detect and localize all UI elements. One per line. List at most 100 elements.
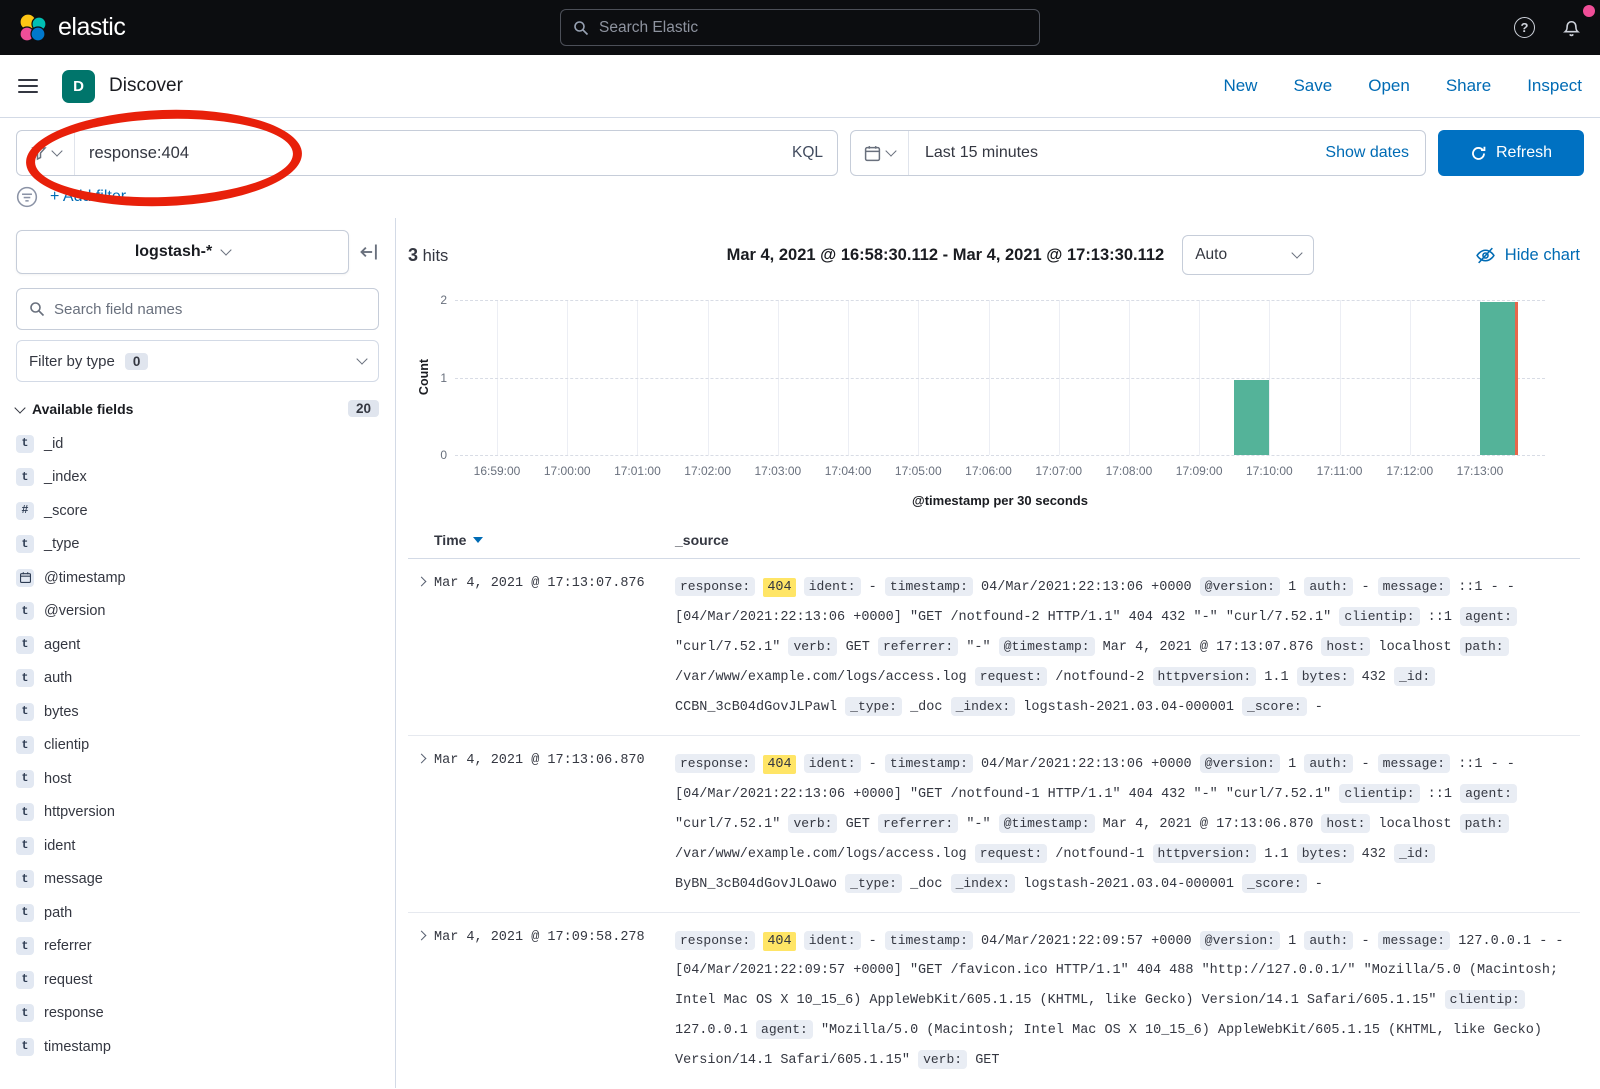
hide-chart-button[interactable]: Hide chart [1475, 245, 1580, 266]
add-filter-button[interactable]: + Add filter [50, 188, 126, 206]
time-range-value[interactable]: Last 15 minutes [909, 144, 1054, 162]
chart-horizontal-gridline [455, 300, 1545, 301]
field-name: host [44, 771, 71, 787]
time-column-header[interactable]: Time [434, 532, 675, 548]
query-input-wrap: KQL [16, 130, 838, 176]
field-item-path[interactable]: tpath [16, 896, 379, 930]
field-item-_index[interactable]: t_index [16, 461, 379, 495]
new-button[interactable]: New [1223, 76, 1257, 96]
expand-doc-button[interactable] [408, 572, 434, 722]
field-item-request[interactable]: trequest [16, 963, 379, 997]
open-button[interactable]: Open [1368, 76, 1410, 96]
available-fields-header[interactable]: Available fields 20 [16, 400, 379, 417]
filter-icon[interactable] [16, 186, 38, 208]
interval-select[interactable]: Auto [1182, 235, 1314, 275]
field-key-badge: httpversion: [1153, 844, 1257, 863]
field-item-bytes[interactable]: tbytes [16, 695, 379, 729]
highlighted-value: 404 [763, 932, 795, 951]
field-item-referrer[interactable]: treferrer [16, 930, 379, 964]
field-key-badge: bytes: [1297, 844, 1354, 863]
histogram-chart: Count @timestamp per 30 seconds 16:59:00… [408, 290, 1580, 514]
field-item-response[interactable]: tresponse [16, 997, 379, 1031]
field-search-input[interactable] [54, 301, 366, 318]
field-key-badge: host: [1321, 637, 1370, 656]
field-key-badge: agent: [756, 1020, 813, 1039]
field-item-@timestamp[interactable]: @timestamp [16, 561, 379, 595]
index-pattern-select[interactable]: logstash-* [16, 230, 349, 274]
save-button[interactable]: Save [1293, 76, 1332, 96]
string-field-icon: t [16, 837, 34, 855]
refresh-label: Refresh [1496, 144, 1552, 162]
global-search-input[interactable] [599, 19, 1027, 37]
filter-by-type-count: 0 [125, 353, 149, 370]
expand-doc-button[interactable] [408, 926, 434, 1075]
saved-query-menu-button[interactable] [17, 131, 75, 175]
refresh-icon [1470, 145, 1487, 162]
field-item-_type[interactable]: t_type [16, 528, 379, 562]
field-name: _id [44, 436, 63, 452]
chevron-down-icon [885, 145, 896, 156]
menu-icon[interactable] [18, 79, 38, 94]
elastic-brand[interactable]: elastic [18, 13, 125, 43]
field-key-badge: _index: [951, 697, 1016, 716]
field-key-badge: @version: [1200, 931, 1280, 950]
field-key-badge: timestamp: [885, 931, 973, 950]
field-item-@version[interactable]: t@version [16, 595, 379, 629]
app-header: D Discover New Save Open Share Inspect [0, 55, 1600, 118]
table-row: Mar 4, 2021 @ 17:13:07.876response: 404 … [408, 559, 1580, 736]
field-key-badge: _type: [845, 697, 902, 716]
y-axis-tick-label: 2 [440, 293, 447, 307]
field-name: _type [44, 536, 79, 552]
inspect-button[interactable]: Inspect [1527, 76, 1582, 96]
field-item-auth[interactable]: tauth [16, 662, 379, 696]
query-input[interactable] [75, 144, 778, 163]
field-name: ident [44, 838, 75, 854]
x-axis-tick-label: 17:05:00 [895, 464, 942, 478]
refresh-button[interactable]: Refresh [1438, 130, 1584, 176]
hide-chart-label: Hide chart [1505, 246, 1580, 265]
field-item-host[interactable]: thost [16, 762, 379, 796]
x-axis-tick-label: 16:59:00 [474, 464, 521, 478]
chevron-down-icon [356, 353, 367, 364]
field-key-badge: bytes: [1297, 667, 1354, 686]
share-button[interactable]: Share [1446, 76, 1491, 96]
field-key-badge: agent: [1460, 607, 1517, 626]
filter-by-type-select[interactable]: Filter by type 0 [16, 340, 379, 382]
field-item-message[interactable]: tmessage [16, 863, 379, 897]
field-key-badge: referrer: [878, 814, 958, 833]
field-item-_score[interactable]: #_score [16, 494, 379, 528]
table-body: Mar 4, 2021 @ 17:13:07.876response: 404 … [408, 559, 1580, 1088]
field-key-badge: _score: [1242, 874, 1307, 893]
filter-bar: + Add filter [0, 184, 1600, 218]
alerts-icon[interactable] [1561, 17, 1582, 38]
source-column-header: _source [675, 532, 729, 548]
table-row: Mar 4, 2021 @ 17:13:06.870response: 404 … [408, 736, 1580, 913]
date-picker-menu-button[interactable] [851, 131, 909, 175]
field-item-timestamp[interactable]: ttimestamp [16, 1030, 379, 1064]
field-item-agent[interactable]: tagent [16, 628, 379, 662]
query-language-button[interactable]: KQL [778, 144, 837, 162]
histogram-bar[interactable] [1234, 380, 1269, 456]
expand-doc-button[interactable] [408, 749, 434, 899]
global-search-box[interactable] [560, 9, 1040, 46]
field-key-badge: ident: [804, 931, 861, 950]
histogram-bar[interactable] [1480, 302, 1515, 455]
field-search-box[interactable] [16, 288, 379, 330]
show-dates-button[interactable]: Show dates [1309, 144, 1425, 162]
global-header: elastic ? [0, 0, 1600, 55]
discover-app-icon: D [62, 70, 95, 103]
string-field-icon: t [16, 736, 34, 754]
chevron-down-icon [221, 244, 232, 255]
field-item-httpversion[interactable]: thttpversion [16, 796, 379, 830]
field-item-clientip[interactable]: tclientip [16, 729, 379, 763]
field-item-ident[interactable]: tident [16, 829, 379, 863]
string-field-icon: t [16, 636, 34, 654]
chevron-right-icon [416, 931, 426, 941]
field-key-badge: auth: [1304, 931, 1353, 950]
field-key-badge: _id: [1394, 667, 1435, 686]
help-icon[interactable]: ? [1514, 17, 1535, 38]
string-field-icon: t [16, 669, 34, 687]
field-key-badge: response: [675, 754, 755, 773]
collapse-sidebar-icon[interactable] [359, 242, 379, 262]
field-item-_id[interactable]: t_id [16, 427, 379, 461]
